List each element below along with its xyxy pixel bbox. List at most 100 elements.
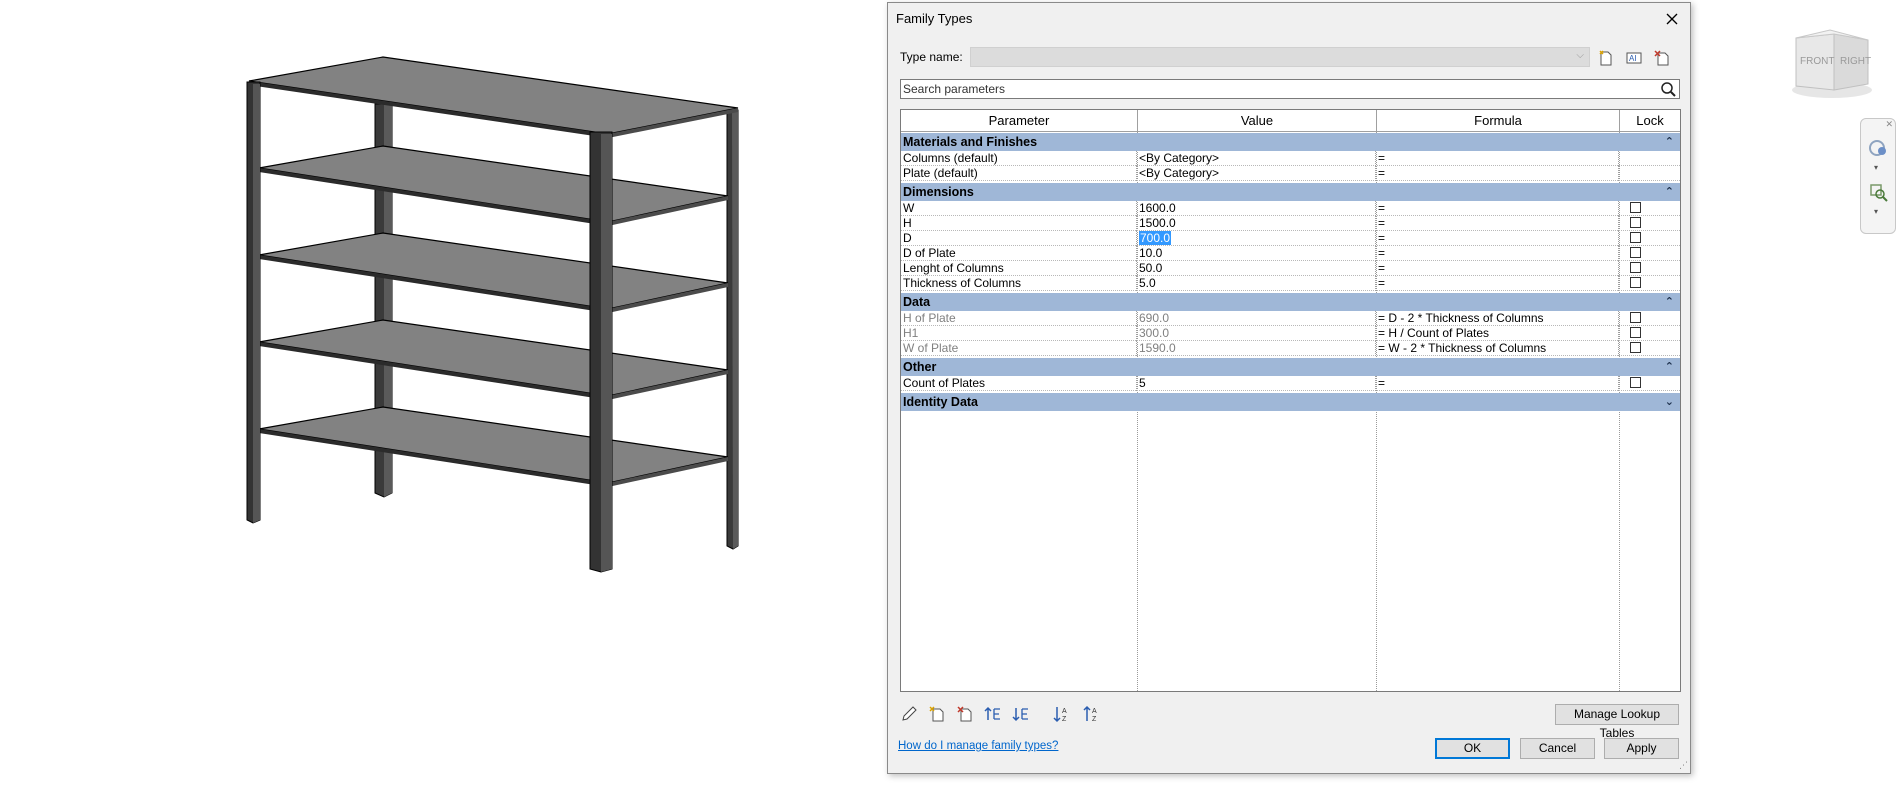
parameter-formula[interactable]: = [1376,276,1619,291]
parameter-formula[interactable]: = H / Count of Plates [1376,326,1619,341]
type-name-combo[interactable]: ⌵ [970,47,1590,67]
lock-checkbox[interactable] [1630,247,1641,258]
rename-type-icon: AI [1626,52,1642,64]
parameter-value[interactable]: 50.0 [1137,261,1376,276]
parameter-name: H1 [901,326,1137,341]
lock-checkbox[interactable] [1630,327,1641,338]
table-row[interactable]: Lenght of Columns 50.0 = [901,261,1680,276]
column-header-value[interactable]: Value [1138,110,1377,132]
table-row[interactable]: D of Plate 10.0 = [901,246,1680,261]
parameter-formula[interactable]: = [1376,376,1619,391]
navigation-bar: ✕ ▾ ▾ [1860,118,1896,234]
nav-bar-close-icon[interactable]: ✕ [1885,119,1893,130]
resize-grip-icon[interactable]: ⋰ [1679,760,1688,771]
delete-parameter-button[interactable] [954,703,976,725]
parameter-formula[interactable]: = [1376,246,1619,261]
parameter-value[interactable]: <By Category> [1137,166,1376,181]
table-row[interactable]: W 1600.0 = [901,201,1680,216]
parameter-formula[interactable]: = [1376,201,1619,216]
group-identity-data[interactable]: Identity Data ⌄ [901,393,1680,411]
column-header-formula[interactable]: Formula [1377,110,1620,132]
parameter-formula[interactable]: = [1376,151,1619,166]
parameter-name: H [901,216,1137,231]
table-row[interactable]: W of Plate 1590.0 = W - 2 * Thickness of… [901,341,1680,356]
parameter-formula[interactable]: = D - 2 * Thickness of Columns [1376,311,1619,326]
parameter-value[interactable]: 1600.0 [1137,201,1376,216]
parameter-name: Lenght of Columns [901,261,1137,276]
table-row[interactable]: H 1500.0 = [901,216,1680,231]
parameter-formula[interactable]: = [1376,216,1619,231]
lock-checkbox[interactable] [1630,312,1641,323]
steering-wheel-icon[interactable] [1867,137,1889,159]
zoom-dropdown-icon[interactable]: ▾ [1874,207,1878,216]
chevron-up-double-icon[interactable]: ⌃ [1665,358,1674,376]
new-type-button[interactable] [1595,47,1617,69]
parameter-value[interactable]: 5 [1137,376,1376,391]
parameter-value[interactable]: <By Category> [1137,151,1376,166]
group-label: Dimensions [903,185,974,199]
rename-type-button[interactable]: AI [1623,47,1645,69]
search-input[interactable] [903,81,1643,97]
view-cube[interactable]: FRONT RIGHT [1790,24,1874,100]
lock-checkbox[interactable] [1630,342,1641,353]
parameter-formula[interactable]: = [1376,261,1619,276]
table-row[interactable]: D 700.0 = [901,231,1680,246]
edit-parameter-button[interactable] [898,703,920,725]
chevron-down-double-icon[interactable]: ⌄ [1665,393,1674,411]
help-link[interactable]: How do I manage family types? [898,740,1058,752]
chevron-up-double-icon[interactable]: ⌃ [1665,293,1674,311]
group-other[interactable]: Other ⌃ [901,358,1680,376]
parameter-name: W of Plate [901,341,1137,356]
parameter-formula[interactable]: = [1376,166,1619,181]
lock-checkbox[interactable] [1630,377,1641,388]
chevron-up-double-icon[interactable]: ⌃ [1665,133,1674,151]
group-dimensions[interactable]: Dimensions ⌃ [901,183,1680,201]
parameter-formula[interactable]: = W - 2 * Thickness of Columns [1376,341,1619,356]
ok-button[interactable]: OK [1435,738,1510,759]
parameter-name: Count of Plates [901,376,1137,391]
parameter-formula[interactable]: = [1376,231,1619,246]
column-header-lock[interactable]: Lock [1620,110,1680,132]
apply-button[interactable]: Apply [1604,738,1679,759]
parameter-value[interactable]: 10.0 [1137,246,1376,261]
table-row[interactable]: Thickness of Columns 5.0 = [901,276,1680,291]
group-data[interactable]: Data ⌃ [901,293,1680,311]
lock-checkbox[interactable] [1630,232,1641,243]
move-down-button[interactable] [1010,703,1032,725]
parameter-value-editing[interactable]: 700.0 [1137,231,1376,246]
move-up-button[interactable] [982,703,1004,725]
parameter-value-readonly: 1590.0 [1137,341,1376,356]
manage-lookup-tables-button[interactable]: Manage Lookup Tables [1555,704,1679,740]
table-row[interactable]: H of Plate 690.0 = D - 2 * Thickness of … [901,311,1680,326]
steering-wheel-dropdown-icon[interactable]: ▾ [1874,163,1878,172]
delete-type-button[interactable] [1651,47,1673,69]
table-row[interactable]: Columns (default) <By Category> = [901,151,1680,166]
parameter-name: Columns (default) [901,151,1137,166]
chevron-up-double-icon[interactable]: ⌃ [1665,183,1674,201]
column-header-parameter[interactable]: Parameter [901,110,1138,132]
sort-descending-button[interactable]: AZ [1081,703,1103,725]
cancel-button[interactable]: Cancel [1520,738,1595,759]
viewcube-front-label: FRONT [1800,56,1834,67]
group-materials-and-finishes[interactable]: Materials and Finishes ⌃ [901,133,1680,151]
table-row[interactable]: Plate (default) <By Category> = [901,166,1680,181]
lock-checkbox[interactable] [1630,202,1641,213]
table-row[interactable]: H1 300.0 = H / Count of Plates [901,326,1680,341]
plate-3 [258,232,729,310]
zoom-region-icon[interactable] [1867,181,1889,203]
viewcube-right-label: RIGHT [1840,56,1871,67]
parameter-value[interactable]: 1500.0 [1137,216,1376,231]
lock-checkbox[interactable] [1630,262,1641,273]
new-parameter-button[interactable] [926,703,948,725]
parameter-value[interactable]: 5.0 [1137,276,1376,291]
parameter-value-readonly: 300.0 [1137,326,1376,341]
lock-checkbox[interactable] [1630,217,1641,228]
close-button[interactable] [1660,7,1684,31]
shelf-plates [248,56,739,487]
parameter-name: D [901,231,1137,246]
selected-value-text[interactable]: 700.0 [1139,231,1172,245]
search-icon[interactable] [1659,80,1677,98]
table-row[interactable]: Count of Plates 5 = [901,376,1680,391]
lock-checkbox[interactable] [1630,277,1641,288]
sort-ascending-button[interactable]: AZ [1051,703,1073,725]
